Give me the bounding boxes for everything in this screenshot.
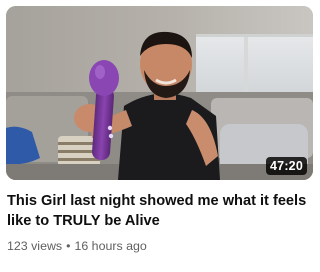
video-meta: 123 views • 16 hours ago [7,238,147,254]
duration-badge: 47:20 [266,157,307,175]
thumbnail-image [6,6,313,180]
meta-separator: • [66,239,71,253]
video-card[interactable]: 47:20 This Girl last night showed me wha… [0,0,320,272]
view-count: 123 views [7,239,63,253]
video-thumbnail[interactable]: 47:20 [6,6,313,180]
video-title[interactable]: This Girl last night showed me what it f… [7,191,307,231]
upload-age: 16 hours ago [74,239,147,253]
